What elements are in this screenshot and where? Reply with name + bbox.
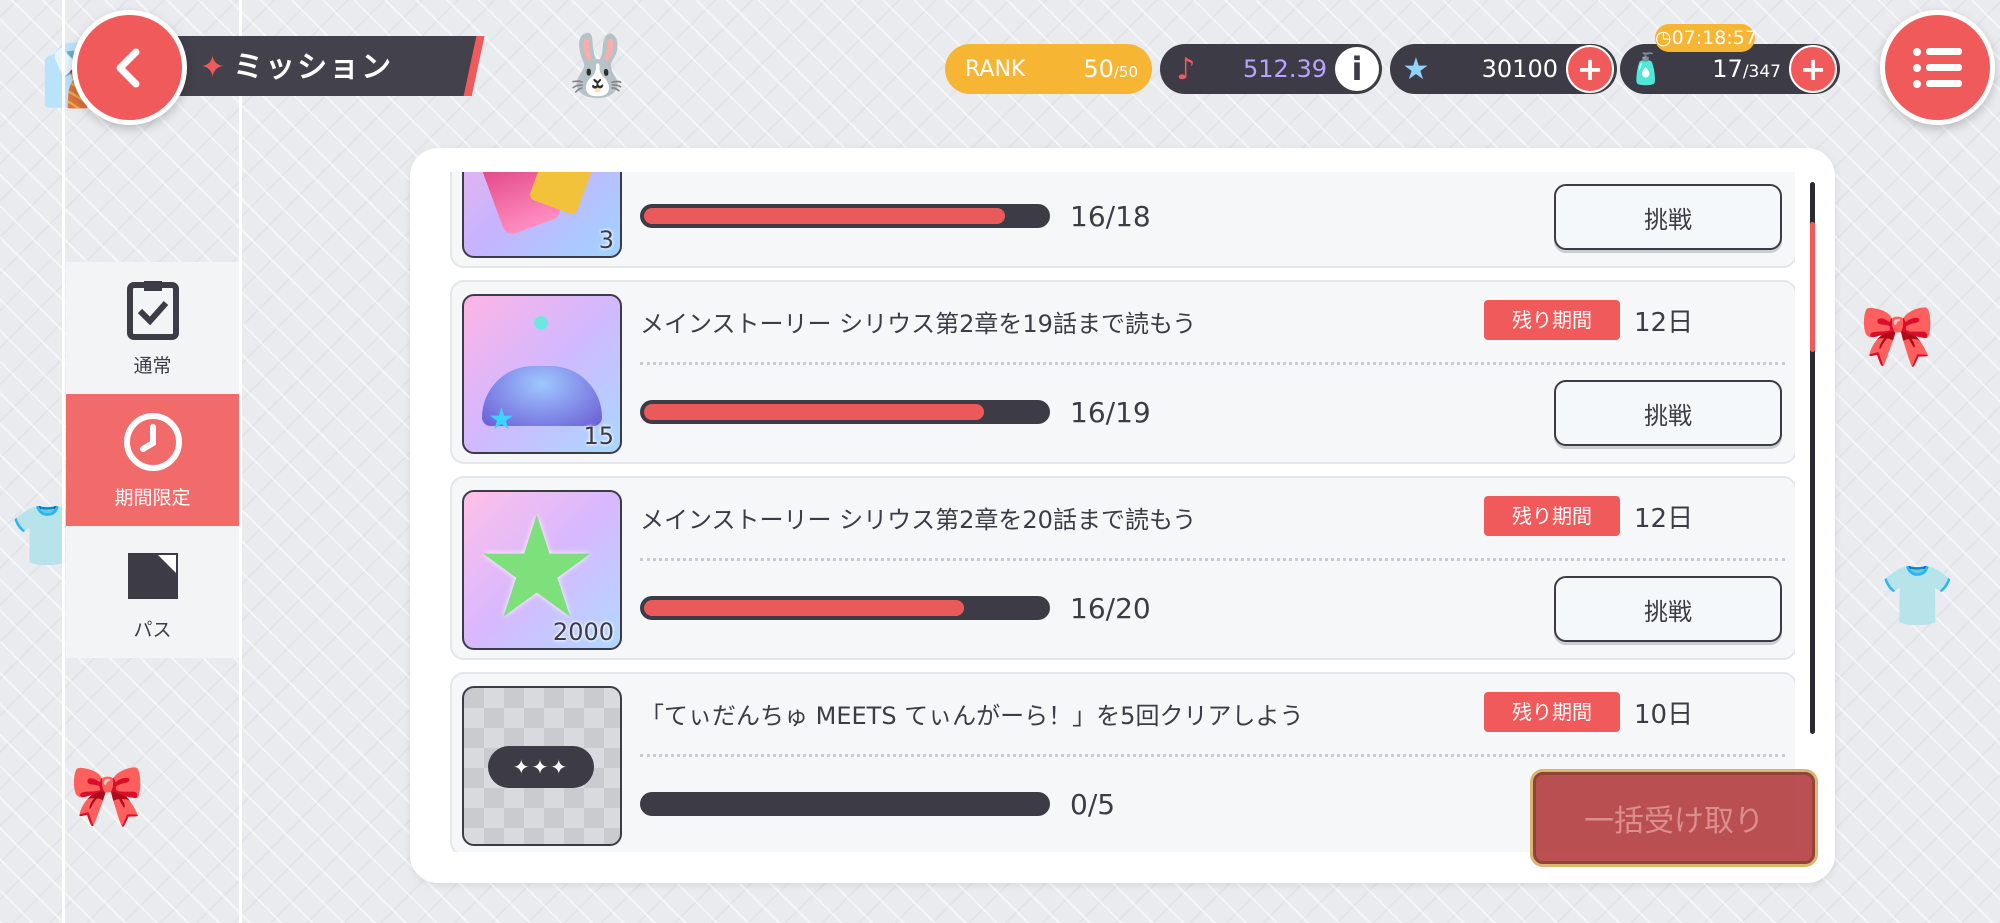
progress-bar	[640, 400, 1050, 424]
tab-limited-label: 期間限定	[114, 486, 191, 509]
list-scrollbar[interactable]	[1810, 182, 1815, 734]
reward-item-thumb: ✦✦✦	[462, 686, 622, 846]
star-currency: ★ 30100 +	[1390, 44, 1617, 94]
bottle-icon: 🧴	[1627, 51, 1665, 87]
rainbow-star-icon: ★	[1402, 51, 1430, 87]
reward-qty: 2000	[552, 618, 614, 646]
back-button[interactable]	[72, 10, 187, 125]
progress-fill	[644, 208, 1005, 224]
music-currency: ♪ 512.39 ⅰ	[1160, 44, 1382, 94]
add-star-button[interactable]: +	[1566, 45, 1614, 93]
star-value: 30100	[1481, 55, 1558, 83]
remaining-period-badge: 残り期間	[1484, 692, 1620, 732]
progress-bar	[640, 792, 1050, 816]
stamina-max: /347	[1742, 62, 1781, 82]
reward-item-thumb: ★ 15	[462, 294, 622, 454]
tab-normal-label: 通常	[133, 354, 172, 377]
rank-value: 50	[1083, 55, 1114, 83]
progress-bar	[640, 596, 1050, 620]
remaining-days: 12日	[1634, 504, 1694, 534]
dotted-divider	[640, 558, 1785, 561]
rank-label: RANK	[965, 56, 1026, 82]
rank-value-group: 50/50	[1083, 55, 1138, 83]
reward-qty: 15	[583, 422, 614, 450]
challenge-button[interactable]: 挑戦	[1554, 380, 1782, 446]
remaining-days: 12日	[1634, 308, 1694, 338]
mission-title: 「てぃだんちゅ MEETS てぃんがーら！」を5回クリアしよう	[640, 702, 1304, 730]
reward-item-thumb: 3	[462, 172, 622, 258]
progress-text: 16/20	[1070, 592, 1151, 625]
stamina-timer: ◷07:18:57	[1655, 24, 1757, 52]
remaining-period-badge: 残り期間	[1484, 300, 1620, 340]
stamina-group: 17/347	[1712, 55, 1781, 83]
challenge-label: 挑戦	[1644, 205, 1692, 234]
tab-normal[interactable]: 通常	[66, 262, 239, 394]
stamina-value: 17	[1712, 55, 1743, 83]
clipboard-check-icon	[126, 280, 179, 340]
list-menu-icon	[1912, 47, 1962, 88]
pass-card-icon	[127, 552, 178, 599]
challenge-button[interactable]: 挑戦	[1554, 576, 1782, 642]
remaining-days: 10日	[1634, 700, 1694, 730]
dotted-divider	[640, 754, 1785, 757]
challenge-label: 挑戦	[1644, 597, 1692, 626]
clock-icon	[123, 412, 182, 471]
progress-fill	[644, 600, 964, 616]
page-title: ✦ ミッション	[200, 40, 393, 96]
sparkle-icon: ✦	[200, 50, 228, 85]
progress-bar	[640, 204, 1050, 228]
add-stamina-button[interactable]: +	[1789, 45, 1837, 93]
reward-qty: 3	[598, 226, 614, 254]
progress-text: 0/5	[1070, 788, 1116, 821]
mission-list: 3 16/18 挑戦 ★ 15 メインストーリー シリウス第2章を19話まで読も…	[450, 172, 1795, 852]
bulk-receive-button[interactable]: 一括受け取り	[1533, 772, 1815, 864]
progress-text: 16/18	[1070, 200, 1151, 233]
remaining-period-badge: 残り期間	[1484, 496, 1620, 536]
side-rail-left	[62, 0, 65, 923]
rank-display: RANK 50/50	[945, 44, 1152, 94]
bow-decoration-right: 🎀	[1860, 301, 1935, 371]
mission-card: 3 16/18 挑戦	[450, 172, 1795, 268]
info-button[interactable]: ⅰ	[1335, 47, 1379, 91]
progress-fill	[644, 404, 985, 420]
mission-card: ★ 15 メインストーリー シリウス第2章を19話まで読もう 残り期間 12日 …	[450, 280, 1795, 464]
menu-button[interactable]	[1880, 10, 1995, 125]
rank-max: /50	[1113, 63, 1138, 81]
challenge-button[interactable]: 挑戦	[1554, 184, 1782, 250]
small-star-icon: ★	[488, 402, 515, 437]
bunny-decoration: 🐰	[560, 31, 635, 101]
challenge-label: 挑戦	[1644, 401, 1692, 430]
reward-item-thumb: ★ 2000	[462, 490, 622, 650]
dotted-divider	[640, 362, 1785, 365]
shirt-decoration-right: 👕	[1880, 561, 1955, 631]
tab-pass[interactable]: パス	[66, 526, 239, 658]
page-title-text: ミッション	[233, 50, 394, 85]
mission-card: ★ 2000 メインストーリー シリウス第2章を20話まで読もう 残り期間 12…	[450, 476, 1795, 660]
bow-decoration: 🎀	[70, 761, 145, 831]
three-star-emblem-icon: ✦✦✦	[488, 746, 594, 788]
bulk-receive-label: 一括受け取り	[1584, 804, 1764, 839]
mission-title: メインストーリー シリウス第2章を19話まで読もう	[640, 310, 1197, 338]
music-note-icon: ♪	[1176, 51, 1196, 87]
progress-text: 16/19	[1070, 396, 1151, 429]
bubble-icon	[534, 316, 548, 330]
tab-limited[interactable]: 期間限定	[66, 394, 239, 526]
scrollbar-thumb[interactable]	[1810, 222, 1815, 352]
timer-value: 07:18:57	[1671, 27, 1757, 49]
side-rail-right	[239, 0, 242, 923]
mission-title: メインストーリー シリウス第2章を20話まで読もう	[640, 506, 1197, 534]
tab-pass-label: パス	[133, 618, 172, 641]
chevron-left-icon	[116, 48, 139, 87]
music-value: 512.39	[1243, 55, 1327, 83]
